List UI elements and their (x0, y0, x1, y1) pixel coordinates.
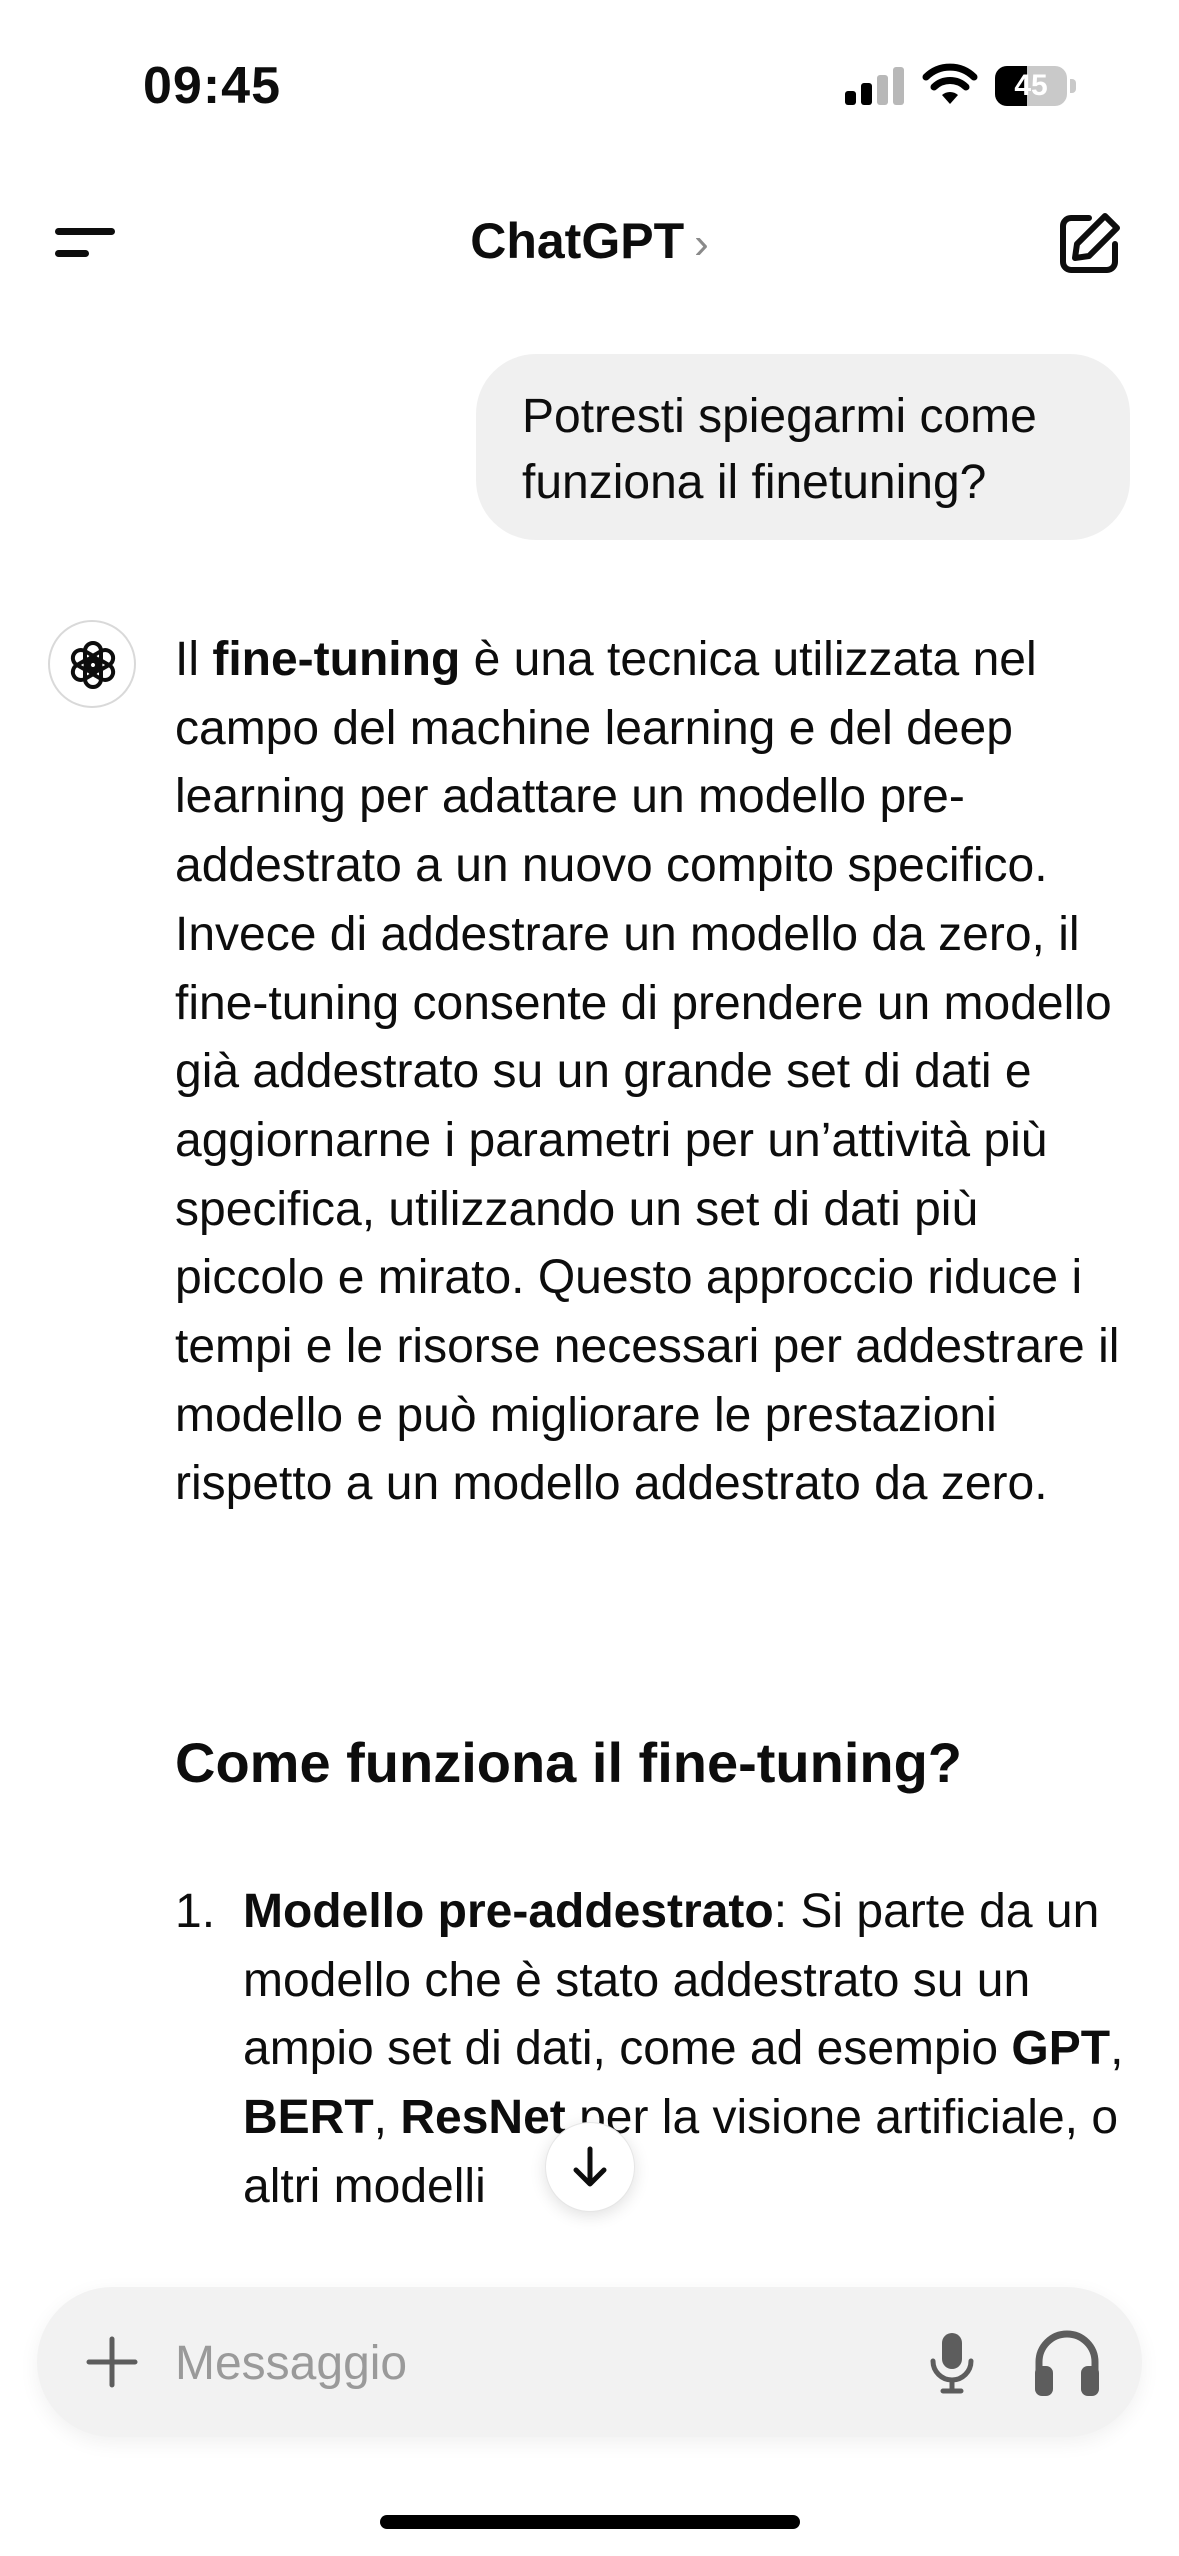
assistant-message: Il fine-tuning è una tecnica utilizzata … (175, 626, 1125, 2213)
message-composer (37, 2287, 1142, 2437)
page-title: ChatGPT (470, 213, 685, 269)
plus-icon[interactable] (77, 2327, 147, 2397)
chevron-right-icon: › (694, 219, 709, 268)
chat-header: ChatGPT › (0, 190, 1179, 300)
assistant-intro-paragraph: Il fine-tuning è una tecnica utilizzata … (175, 633, 1120, 1511)
home-indicator (380, 2515, 800, 2529)
wifi-icon (922, 63, 978, 104)
microphone-icon[interactable] (917, 2325, 987, 2399)
assistant-avatar (48, 620, 136, 708)
scroll-down-button[interactable] (545, 2122, 635, 2212)
battery-percentage: 45 (1014, 69, 1048, 102)
message-input[interactable] (173, 2327, 937, 2399)
cellular-signal-icon (845, 65, 905, 105)
openai-logo-icon (70, 641, 116, 689)
battery-icon: 45 (995, 66, 1079, 106)
arrow-down-icon (573, 2146, 607, 2187)
status-time: 09:45 (143, 57, 281, 115)
new-chat-icon[interactable] (1055, 210, 1123, 278)
headphones-icon[interactable] (1027, 2322, 1107, 2402)
bold-term: fine-tuning (212, 633, 461, 686)
list-number: 1. (175, 1885, 216, 1938)
model-selector[interactable]: ChatGPT › (0, 212, 1179, 270)
status-bar: 09:45 45 (0, 0, 1179, 160)
list-item-text: Modello pre-addestrato: Si parte da un m… (243, 1885, 1124, 2213)
user-message-bubble: Potresti spiegarmi come funziona il fine… (476, 354, 1130, 540)
section-heading: Come funziona il fine-tuning? (175, 1731, 963, 1794)
